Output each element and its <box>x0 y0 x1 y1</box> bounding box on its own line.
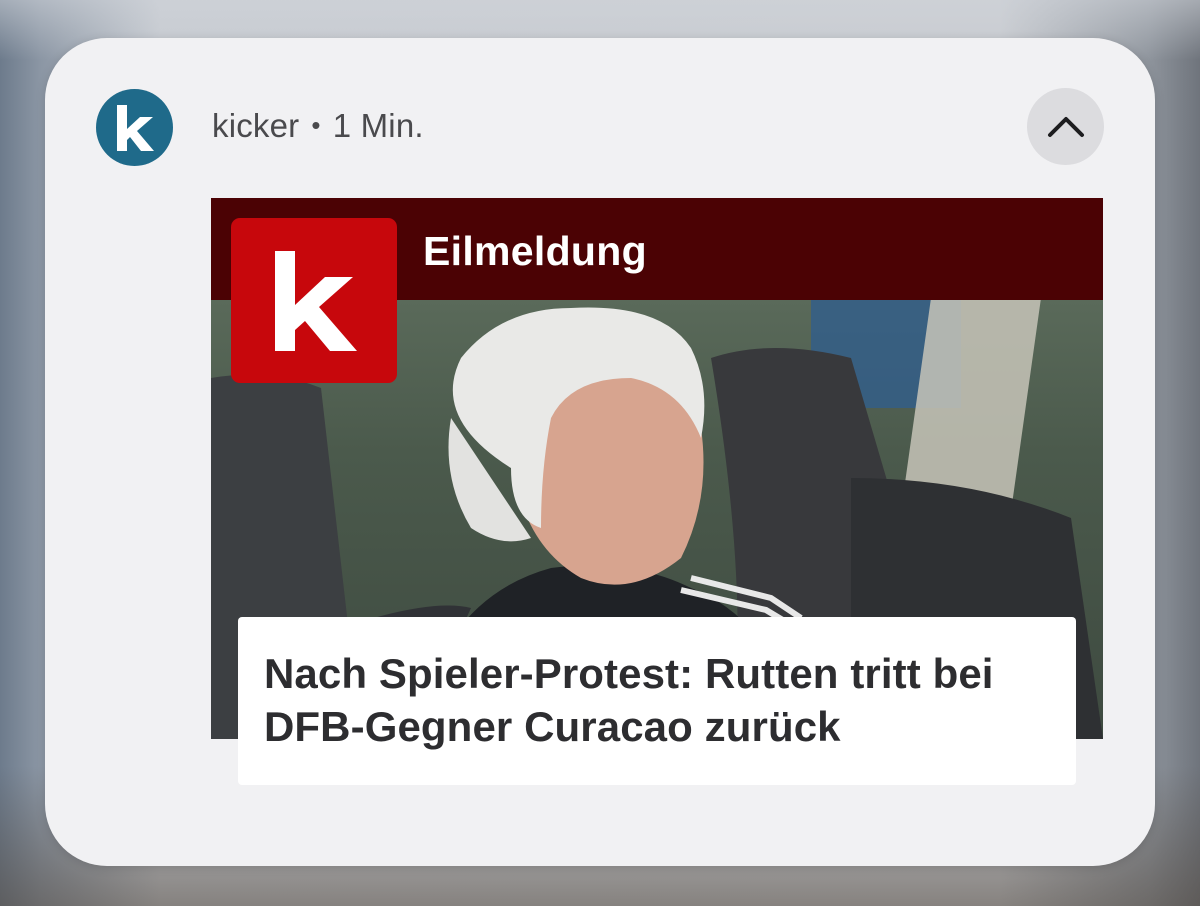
kicker-app-icon <box>96 89 173 166</box>
app-name: kicker <box>212 107 300 144</box>
notification-time: 1 Min. <box>332 107 424 144</box>
kicker-logo-k-icon <box>275 250 357 351</box>
kicker-logo <box>231 218 397 383</box>
kicker-k-icon <box>116 104 154 151</box>
headline-box[interactable]: Nach Spieler-Protest: Rutten tritt bei D… <box>238 617 1076 785</box>
banner-title: Eilmeldung <box>423 228 647 274</box>
collapse-button[interactable] <box>1027 88 1104 165</box>
chevron-up-icon <box>1047 116 1084 137</box>
notification-header: kicker • 1 Min. <box>212 107 424 145</box>
separator-dot: • <box>311 110 321 140</box>
news-headline: Nach Spieler-Protest: Rutten tritt bei D… <box>264 650 994 750</box>
